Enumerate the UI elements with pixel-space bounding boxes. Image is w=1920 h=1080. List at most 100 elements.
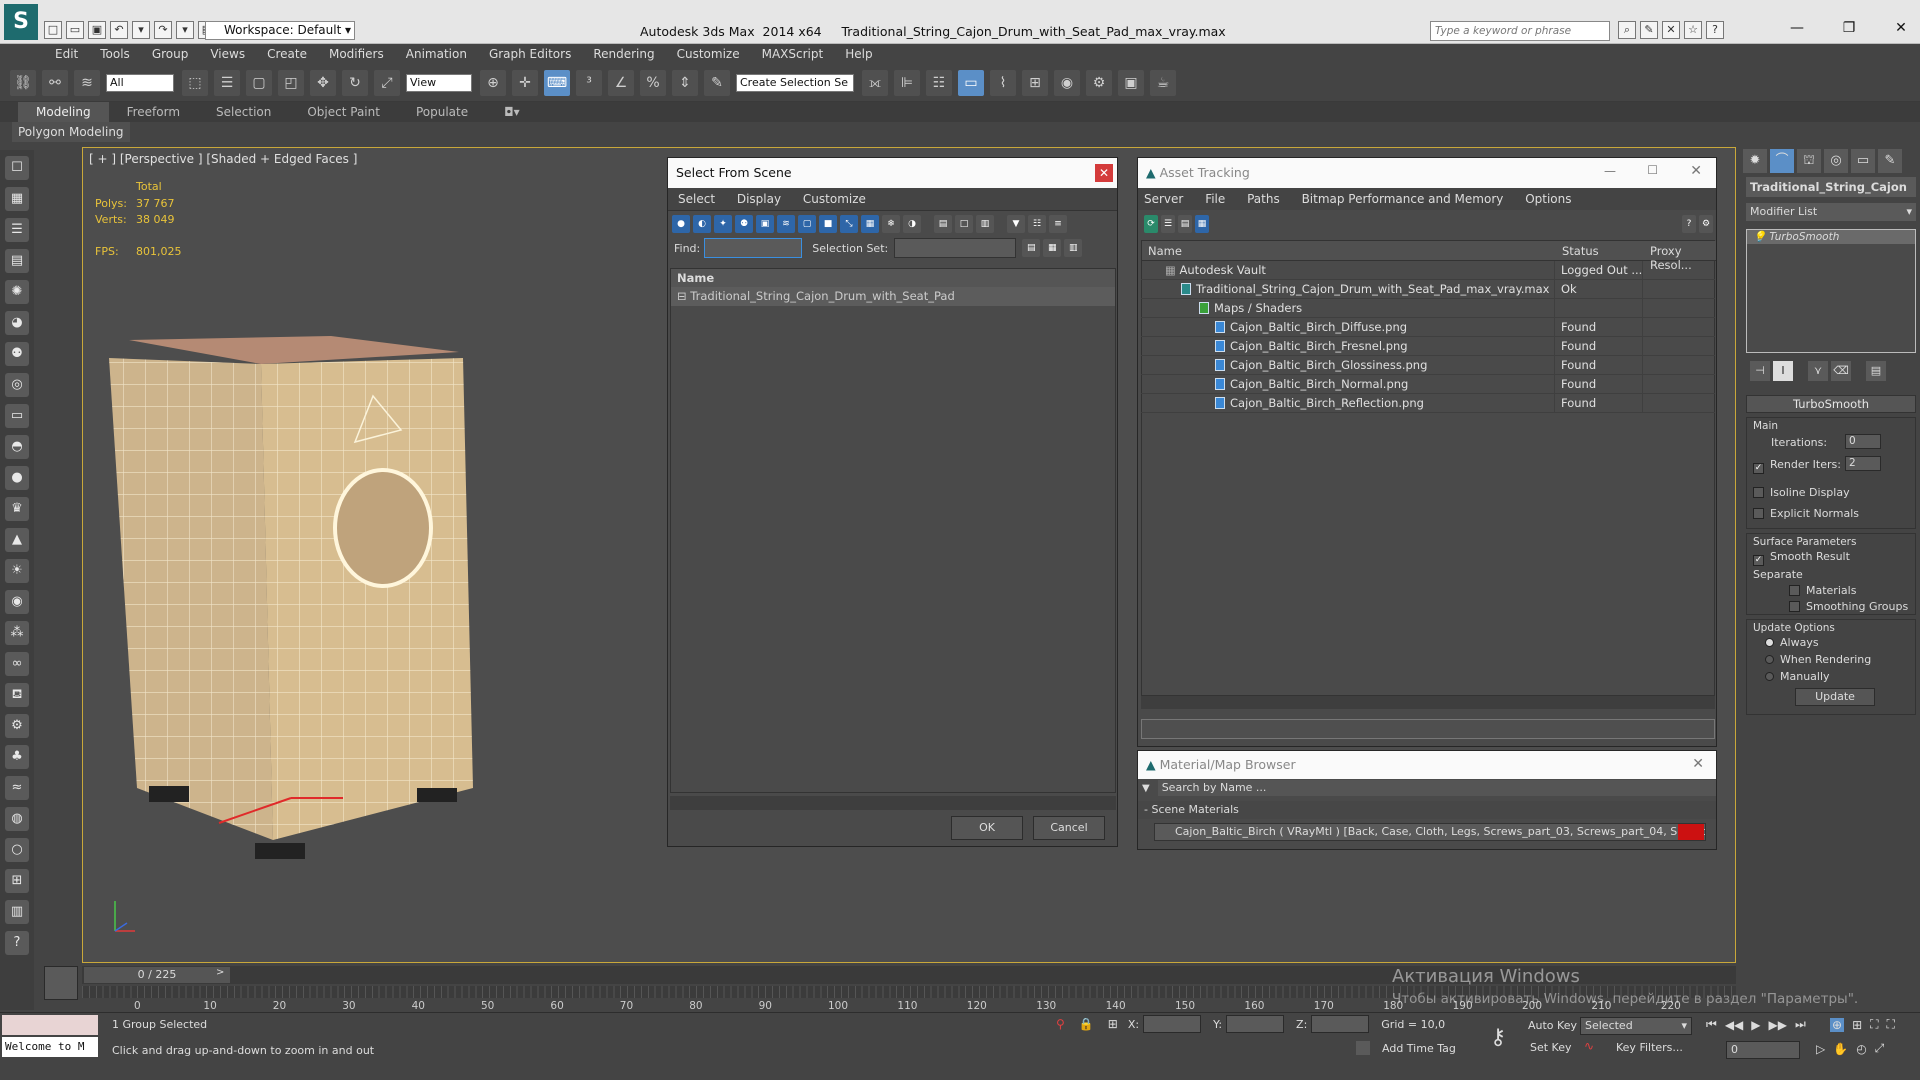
display-groups-icon[interactable]: ▢ <box>798 214 816 233</box>
sphere-icon[interactable]: ● <box>5 466 29 490</box>
menu-bitmap-performance[interactable]: Bitmap Performance and Memory <box>1302 192 1504 206</box>
mirror-icon[interactable]: ⟗ <box>862 69 888 96</box>
list-item[interactable]: ⊟ Traditional_String_Cajon_Drum_with_Sea… <box>671 287 1115 306</box>
orbit-icon[interactable]: ◴ <box>1856 1042 1866 1056</box>
box-icon[interactable]: ▭ <box>5 404 29 428</box>
redo-dropdown-icon[interactable]: ▾ <box>176 21 194 39</box>
zoom-extents-icon[interactable]: ⛶ <box>1870 1017 1878 1032</box>
materials-checkbox[interactable] <box>1789 585 1800 596</box>
display-xrefs-icon[interactable]: ■ <box>819 214 837 233</box>
display-frozen-icon[interactable]: ❄ <box>882 214 900 233</box>
table-row[interactable]: Maps / Shaders <box>1141 299 1715 318</box>
help-icon[interactable]: ? <box>1682 215 1696 233</box>
x-coordinate-input[interactable] <box>1143 1015 1202 1033</box>
curve-editor-icon[interactable]: ⌇ <box>990 69 1016 96</box>
time-tag-icon[interactable] <box>1356 1041 1370 1055</box>
menu-tools[interactable]: Tools <box>100 47 130 61</box>
close-icon[interactable]: ✕ <box>1095 164 1113 182</box>
go-to-start-icon[interactable]: ⏮ <box>1706 1017 1717 1032</box>
curve-icon[interactable]: ∿ <box>1584 1039 1594 1053</box>
zoom-icon[interactable]: ⊕ <box>1830 1017 1845 1032</box>
add-time-tag[interactable]: Add Time Tag <box>1382 1042 1456 1055</box>
next-frame-icon[interactable]: ▶▶ <box>1769 1018 1787 1032</box>
open-file-icon[interactable]: ▭ <box>66 21 84 39</box>
unlink-icon[interactable]: ⚯ <box>42 69 68 96</box>
scene-materials-group[interactable]: - Scene Materials <box>1138 801 1716 819</box>
column-name-header[interactable]: Name <box>671 269 1115 287</box>
save-file-icon[interactable]: ▣ <box>88 21 106 39</box>
cajon-drum-model[interactable] <box>101 318 571 878</box>
align-icon[interactable]: ⊫ <box>894 69 920 96</box>
zoom-extents-all-icon[interactable]: ⛶ <box>1887 1017 1895 1032</box>
gear-icon[interactable]: ⚙ <box>5 714 29 738</box>
hierarchy-icon[interactable]: ≡ <box>1049 214 1067 233</box>
plant-icon[interactable]: ♣ <box>5 745 29 769</box>
tab-modeling[interactable]: Modeling <box>18 102 109 122</box>
table-icon[interactable]: ▤ <box>5 249 29 273</box>
restore-icon[interactable]: ❐ <box>1834 20 1864 36</box>
settings-icon[interactable]: ⚙ <box>1699 215 1713 233</box>
layer-manager-icon[interactable]: ☷ <box>926 69 952 96</box>
close-icon[interactable]: ✕ <box>1690 163 1702 179</box>
previous-frame-icon[interactable]: ◀◀ <box>1725 1018 1743 1032</box>
zoom-all-icon[interactable]: ⊞ <box>1852 1018 1862 1032</box>
sun-icon[interactable]: ☀ <box>5 559 29 583</box>
pan-icon[interactable]: ✋ <box>1833 1042 1848 1056</box>
search-input[interactable]: Type a keyword or phrase <box>1430 21 1610 41</box>
favorites-icon[interactable]: ☆ <box>1684 21 1702 39</box>
edit-named-selection-icon[interactable]: ✎ <box>704 69 730 96</box>
always-radio[interactable] <box>1765 638 1774 647</box>
go-to-end-icon[interactable]: ⏭ <box>1795 1017 1806 1032</box>
close-icon[interactable]: ✕ <box>1886 20 1916 36</box>
explicit-normals-checkbox[interactable] <box>1753 508 1764 519</box>
angle-snap-icon[interactable]: ∠ <box>608 69 634 96</box>
tab-freeform[interactable]: Freeform <box>109 102 198 122</box>
ok-button[interactable]: OK <box>951 816 1023 840</box>
undo-dropdown-icon[interactable]: ▾ <box>132 21 150 39</box>
modifier-list-dropdown[interactable]: Modifier List ▾ <box>1746 203 1916 221</box>
browser-options-icon[interactable]: ▼ <box>1142 783 1150 794</box>
filter-icon[interactable]: ▼ <box>1007 214 1025 233</box>
table-row[interactable]: Cajon_Baltic_Birch_Diffuse.png Found <box>1141 318 1715 337</box>
disc-icon[interactable]: ◉ <box>5 590 29 614</box>
key-icon[interactable]: ⚷ <box>1490 1025 1506 1050</box>
rotate-icon[interactable]: ↻ <box>342 69 368 96</box>
column-name-header[interactable]: Name <box>1148 244 1182 258</box>
auto-key-button[interactable]: Auto Key <box>1528 1019 1577 1032</box>
snaps-toggle-icon[interactable]: ³ <box>576 69 602 96</box>
menu-rendering[interactable]: Rendering <box>593 47 654 61</box>
ribbon-options-icon[interactable]: ◘▾ <box>486 102 538 122</box>
rect-selection-icon[interactable]: ▢ <box>246 69 272 96</box>
smooth-result-checkbox[interactable]: ✓ <box>1753 555 1764 566</box>
spinner-snap-icon[interactable]: ⇕ <box>672 69 698 96</box>
play-icon[interactable]: ▶ <box>1751 1018 1760 1032</box>
select-manipulate-icon[interactable]: ✛ <box>512 69 538 96</box>
display-lights-icon[interactable]: ✦ <box>714 214 732 233</box>
tab-populate[interactable]: Populate <box>398 102 486 122</box>
dome-icon[interactable]: ◓ <box>5 435 29 459</box>
display-bones-icon[interactable]: ⤡ <box>840 214 858 233</box>
minimize-icon[interactable]: — <box>1604 164 1616 178</box>
select-by-name-icon[interactable]: ☰ <box>214 69 240 96</box>
maximize-viewport-icon[interactable]: ⤢ <box>1875 1041 1885 1056</box>
redo-icon[interactable]: ↷ <box>154 21 172 39</box>
refresh-icon[interactable]: ⟳ <box>1144 215 1158 233</box>
hierarchy-tab-icon[interactable]: ⛫ <box>1797 149 1821 173</box>
pivot-center-icon[interactable]: ⊕ <box>480 69 506 96</box>
bind-space-warp-icon[interactable]: ≋ <box>74 69 100 96</box>
z-coordinate-input[interactable] <box>1311 1015 1370 1033</box>
particles-icon[interactable]: ⁂ <box>5 621 29 645</box>
table-row[interactable]: Cajon_Baltic_Birch_Normal.png Found <box>1141 375 1715 394</box>
display-cameras-icon[interactable]: ⚉ <box>735 214 753 233</box>
select-none-icon[interactable]: □ <box>955 214 973 233</box>
light-icon[interactable]: ✺ <box>5 280 29 304</box>
viewport-label[interactable]: [ + ] [Perspective ] [Shaded + Edged Fac… <box>89 152 357 166</box>
menu-file[interactable]: File <box>1205 192 1225 206</box>
table-row[interactable]: Cajon_Baltic_Birch_Reflection.png Found <box>1141 394 1715 413</box>
percent-snap-icon[interactable]: % <box>640 69 666 96</box>
detail-view-icon[interactable]: ▤ <box>1178 215 1192 233</box>
help-icon[interactable]: ? <box>1706 21 1724 39</box>
help-circle-icon[interactable]: ? <box>5 931 29 955</box>
menu-modifiers[interactable]: Modifiers <box>329 47 384 61</box>
display-hidden-icon[interactable]: ◑ <box>903 214 921 233</box>
